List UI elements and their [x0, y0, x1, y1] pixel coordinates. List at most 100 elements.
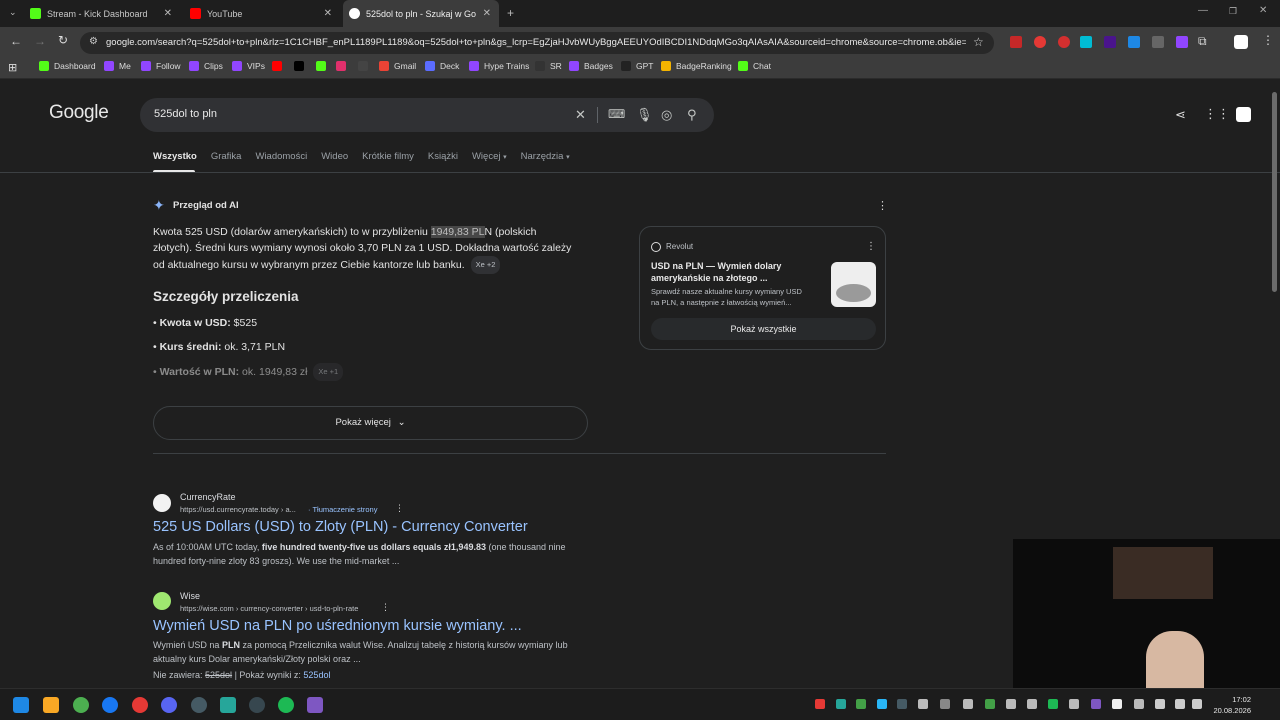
bookmark-deck[interactable]: Deck	[425, 61, 459, 71]
result-url[interactable]: https://wise.com › currency-converter › …	[180, 604, 358, 613]
extension-icon[interactable]	[1034, 36, 1046, 48]
tray-icon[interactable]	[877, 699, 887, 709]
app-icon[interactable]	[220, 697, 236, 713]
tab-youtube[interactable]: YouTube ✕	[190, 0, 340, 27]
bookmark-icon-7[interactable]	[316, 61, 331, 71]
bookmark-chat[interactable]: Chat	[738, 61, 771, 71]
extension-icon[interactable]	[1104, 36, 1116, 48]
lens-icon[interactable]: ◎	[661, 107, 672, 123]
tray-icon[interactable]	[940, 699, 950, 709]
bookmark-icon-6[interactable]	[294, 61, 309, 71]
more-options-icon[interactable]: ⋮	[381, 602, 390, 613]
clock[interactable]: 17:02 20.08.2026	[1213, 694, 1251, 716]
revolut-source-card[interactable]: Revolut ⋮ USD na PLN — Wymień dolary ame…	[639, 226, 886, 350]
bookmark-star-icon[interactable]: ☆	[973, 35, 984, 49]
bookmark-sr[interactable]: SR	[535, 61, 562, 71]
url-text[interactable]: google.com/search?q=525dol+to+pln&rlz=1C…	[106, 37, 966, 48]
tray-icon[interactable]	[1134, 699, 1144, 709]
close-icon[interactable]: ✕	[324, 8, 332, 19]
bookmark-follow[interactable]: Follow	[141, 61, 181, 71]
tab-short-videos[interactable]: Krótkie filmy	[362, 151, 414, 167]
restore-icon[interactable]: ❐	[1229, 6, 1237, 17]
bookmark-icon-8[interactable]	[336, 61, 351, 71]
extension-icon[interactable]	[1128, 36, 1140, 48]
more-options-icon[interactable]: ⋮	[877, 199, 888, 212]
file-explorer-icon[interactable]	[43, 697, 59, 713]
extension-icon[interactable]	[1080, 36, 1092, 48]
result-title-link[interactable]: Wymień USD na PLN po uśrednionym kursie …	[153, 618, 522, 634]
app-icon[interactable]	[191, 697, 207, 713]
bookmark-hype-trains[interactable]: Hype Trains	[469, 61, 529, 71]
tray-icon[interactable]	[1027, 699, 1037, 709]
chrome-icon[interactable]	[73, 697, 89, 713]
discord-icon[interactable]	[161, 697, 177, 713]
bookmark-icon-9[interactable]	[358, 61, 373, 71]
extension-icon[interactable]	[1010, 36, 1022, 48]
reload-icon[interactable]: ↻	[58, 33, 68, 47]
bookmark-me[interactable]: Me	[104, 61, 131, 71]
source-chip[interactable]: Xe +2	[470, 256, 501, 274]
network-icon[interactable]	[1175, 699, 1185, 709]
app-icon[interactable]	[307, 697, 323, 713]
volume-icon[interactable]	[1192, 699, 1202, 709]
keyboard-icon[interactable]: ⌨	[608, 107, 625, 121]
address-bar[interactable]: ⚙ google.com/search?q=525dol+to+pln&rlz=…	[80, 32, 994, 54]
site-info-icon[interactable]: ⚙	[89, 36, 98, 47]
search-icon[interactable]: ⚲	[687, 107, 697, 123]
tab-tools[interactable]: Narzędzia ▾	[521, 151, 570, 167]
bookmark-dashboard[interactable]: Dashboard	[39, 61, 96, 71]
puzzle-icon[interactable]: ⧉	[1198, 34, 1207, 49]
tray-icon[interactable]	[1048, 699, 1058, 709]
windows-start-icon[interactable]	[13, 697, 29, 713]
bookmark-badgeranking[interactable]: BadgeRanking	[661, 61, 732, 71]
bookmark-icon-5[interactable]	[272, 61, 287, 71]
more-options-icon[interactable]: ⋮	[866, 241, 876, 252]
extension-icon[interactable]	[1152, 36, 1164, 48]
close-icon[interactable]: ✕	[483, 8, 491, 19]
search-input[interactable]: 525dol to pln	[154, 108, 217, 120]
profile-avatar[interactable]	[1234, 35, 1248, 49]
bookmark-vips[interactable]: VIPs	[232, 61, 265, 71]
bookmark-clips[interactable]: Clips	[189, 61, 223, 71]
bookmark-gmail[interactable]: Gmail	[379, 61, 416, 71]
chrome-icon[interactable]	[132, 697, 148, 713]
tray-icon[interactable]	[815, 699, 825, 709]
tab-list-chevron-icon[interactable]: ⌄	[9, 7, 17, 18]
tray-icon[interactable]	[985, 699, 995, 709]
tab-google-search[interactable]: 525dol to pln - Szukaj w Googl ✕	[343, 0, 499, 27]
close-icon[interactable]: ✕	[164, 8, 172, 19]
menu-icon[interactable]: ⋮	[1262, 33, 1274, 47]
extension-icon[interactable]	[1058, 36, 1070, 48]
search-with-link[interactable]: 525dol	[303, 670, 330, 680]
search-box[interactable]: 525dol to pln ✕ ⌨ 🎙 ◎ ⚲	[140, 98, 714, 132]
tray-icon[interactable]	[1069, 699, 1079, 709]
twitch-extension-icon[interactable]	[1176, 36, 1188, 48]
tab-more[interactable]: Więcej ▾	[472, 151, 507, 167]
tray-icon[interactable]	[897, 699, 907, 709]
tray-icon[interactable]	[836, 699, 846, 709]
tray-icon[interactable]	[1006, 699, 1016, 709]
forward-icon[interactable]: →	[34, 34, 46, 48]
tab-kick-dashboard[interactable]: Stream - Kick Dashboard ✕	[30, 0, 180, 27]
microphone-icon[interactable]	[1155, 699, 1165, 709]
tab-news[interactable]: Wiadomości	[255, 151, 307, 167]
result-title-link[interactable]: 525 US Dollars (USD) to Zloty (PLN) - Cu…	[153, 519, 528, 535]
microphone-icon[interactable]: 🎙	[636, 107, 653, 123]
card-title[interactable]: USD na PLN — Wymień dolary amerykańskie …	[651, 260, 781, 284]
scrollbar-thumb[interactable]	[1272, 92, 1277, 292]
account-avatar[interactable]	[1236, 107, 1251, 122]
share-icon[interactable]: ⋖	[1175, 107, 1186, 123]
tab-images[interactable]: Grafika	[211, 151, 242, 167]
minimize-icon[interactable]: —	[1198, 5, 1208, 16]
show-more-button[interactable]: Pokaż więcej ⌄	[153, 406, 588, 440]
apps-grid-icon[interactable]: ⊞	[8, 61, 17, 74]
tray-icon[interactable]	[963, 699, 973, 709]
tab-all[interactable]: Wszystko	[153, 151, 197, 167]
tab-video[interactable]: Wideo	[321, 151, 348, 167]
new-tab-button[interactable]: +	[507, 6, 514, 20]
clear-icon[interactable]: ✕	[575, 107, 586, 123]
tray-icon[interactable]	[1091, 699, 1101, 709]
google-apps-icon[interactable]: ⋮⋮	[1204, 106, 1230, 122]
spotify-icon[interactable]	[278, 697, 294, 713]
tab-books[interactable]: Książki	[428, 151, 458, 167]
